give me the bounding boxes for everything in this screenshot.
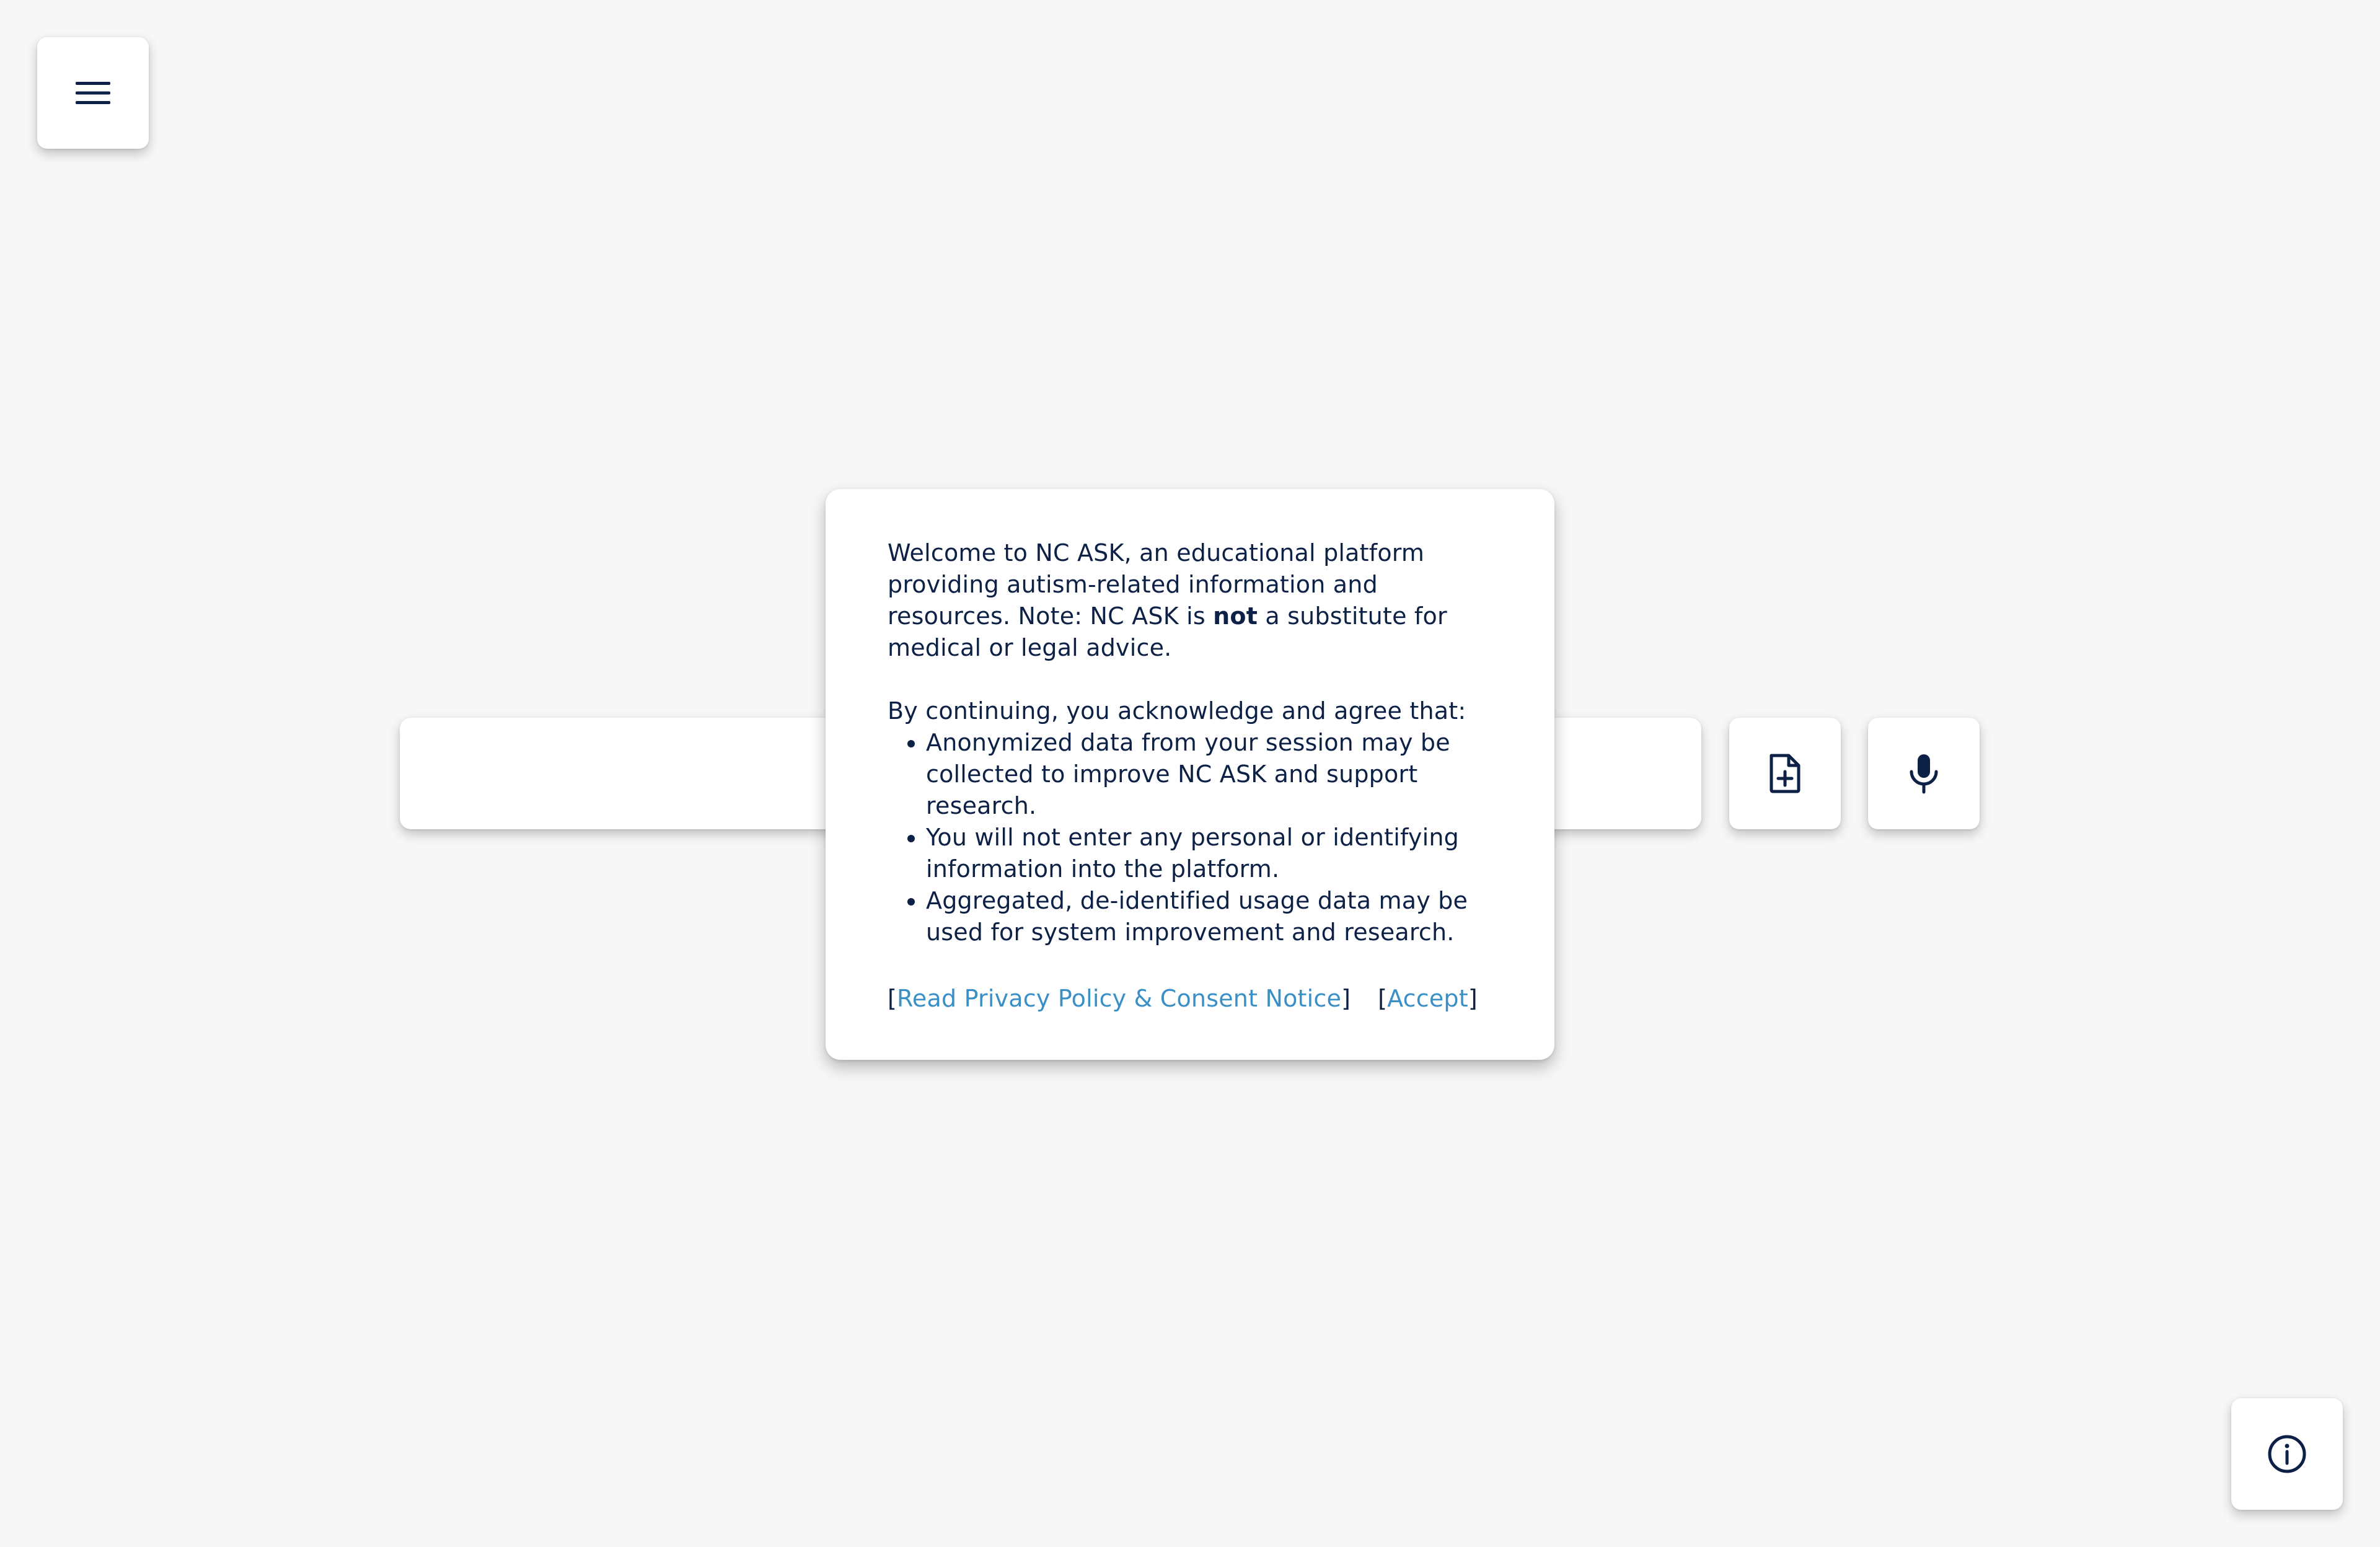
hamburger-menu-icon [76,82,110,104]
consent-bullet: Aggregated, de-identified usage data may… [926,885,1495,948]
file-plus-icon [1770,754,1800,793]
consent-bullet: Anonymized data from your session may be… [926,727,1495,822]
microphone-icon [1910,754,1938,794]
menu-button[interactable] [37,37,149,149]
consent-list: Anonymized data from your session may be… [888,727,1495,948]
privacy-policy-link[interactable]: Read Privacy Policy & Consent Notice [897,985,1341,1012]
consent-actions: [Read Privacy Policy & Consent Notice] [A… [888,985,1478,1012]
upload-file-button[interactable] [1729,718,1841,829]
consent-intro: Welcome to NC ASK, an educational platfo… [888,539,1447,661]
consent-bullet: You will not enter any personal or ident… [926,822,1495,885]
info-circle-icon [2268,1435,2306,1473]
voice-input-button[interactable] [1868,718,1980,829]
info-button[interactable] [2231,1398,2343,1510]
accept-link[interactable]: Accept [1387,985,1468,1012]
consent-dialog: Welcome to NC ASK, an educational platfo… [826,489,1554,1060]
consent-agree-heading: By continuing, you acknowledge and agree… [888,697,1466,725]
